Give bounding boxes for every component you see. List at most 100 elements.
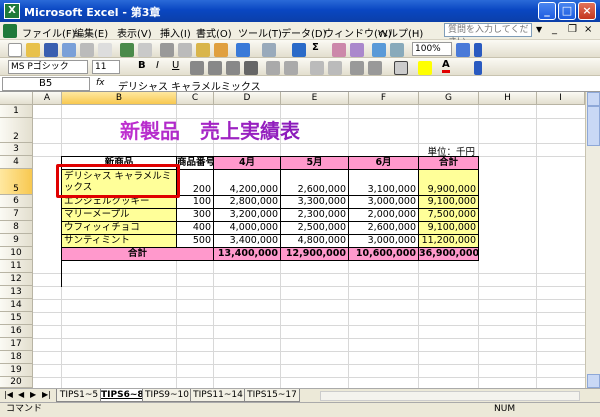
- sheet-tab[interactable]: TIPS11~14: [190, 389, 246, 402]
- print-preview-icon[interactable]: [98, 43, 112, 57]
- row-header[interactable]: 3: [0, 143, 33, 156]
- product-number-cell[interactable]: 100: [177, 196, 214, 209]
- menu-view[interactable]: 表示(V): [117, 25, 152, 40]
- toolbar-options-icon[interactable]: [474, 43, 482, 57]
- doc-close-button[interactable]: ×: [584, 24, 592, 35]
- row-header[interactable]: 1: [0, 105, 33, 118]
- header-product[interactable]: 新商品: [62, 157, 177, 170]
- close-button[interactable]: ×: [578, 2, 596, 20]
- column-header-a[interactable]: A: [33, 92, 62, 105]
- borders-icon[interactable]: [394, 61, 408, 75]
- april-cell[interactable]: 3,400,000: [214, 235, 281, 248]
- horizontal-scrollbar[interactable]: [320, 391, 580, 401]
- undo-icon[interactable]: [236, 43, 250, 57]
- doc-restore-button[interactable]: ❐: [568, 24, 577, 35]
- row-header[interactable]: 13: [0, 286, 33, 299]
- column-header-h[interactable]: H: [479, 92, 537, 105]
- total-cell[interactable]: 11,200,000: [419, 235, 479, 248]
- fx-button[interactable]: fx: [96, 78, 105, 88]
- product-number-cell[interactable]: 500: [177, 235, 214, 248]
- scroll-thumb[interactable]: [587, 106, 600, 146]
- sheet-tab[interactable]: TIPS9~10: [142, 389, 192, 402]
- total-cell[interactable]: 9,900,000: [419, 170, 479, 196]
- cut-icon[interactable]: [160, 43, 174, 57]
- menu-help[interactable]: ヘルプ(H): [378, 25, 423, 40]
- menu-data[interactable]: データ(D): [281, 25, 327, 40]
- vertical-scrollbar[interactable]: [585, 92, 600, 388]
- total-cell[interactable]: 9,100,000: [419, 196, 479, 209]
- align-center-icon[interactable]: [208, 61, 222, 75]
- maximize-button[interactable]: □: [558, 2, 576, 20]
- header-april[interactable]: 4月: [214, 157, 281, 170]
- header-june[interactable]: 6月: [349, 157, 419, 170]
- column-header-b[interactable]: B: [62, 92, 177, 105]
- print-icon[interactable]: [80, 43, 94, 57]
- may-cell[interactable]: 2,600,000: [281, 170, 349, 196]
- percent-icon[interactable]: [284, 61, 298, 75]
- row-header[interactable]: 18: [0, 351, 33, 364]
- zoom-select[interactable]: 100%: [412, 42, 452, 56]
- row-header[interactable]: 4: [0, 156, 33, 169]
- row-header[interactable]: 12: [0, 273, 33, 286]
- product-number-cell[interactable]: 200: [177, 170, 214, 196]
- merge-center-icon[interactable]: [244, 61, 258, 75]
- row-header[interactable]: 10: [0, 247, 33, 260]
- chart-wizard-icon[interactable]: [372, 43, 386, 57]
- june-cell[interactable]: 2,600,000: [349, 222, 419, 235]
- column-header-f[interactable]: F: [349, 92, 419, 105]
- menu-file[interactable]: ファイル(F): [22, 25, 76, 40]
- product-number-cell[interactable]: 400: [177, 222, 214, 235]
- sheet-tab[interactable]: TIPS15~17: [244, 389, 300, 402]
- grand-total-may[interactable]: 12,900,000: [281, 248, 349, 261]
- select-all-corner[interactable]: [0, 92, 33, 105]
- header-total[interactable]: 合計: [419, 157, 479, 170]
- decrease-indent-icon[interactable]: [350, 61, 364, 75]
- row-header[interactable]: 6: [0, 195, 33, 208]
- help-icon[interactable]: [456, 43, 470, 57]
- may-cell[interactable]: 4,800,000: [281, 235, 349, 248]
- paste-icon[interactable]: [196, 43, 210, 57]
- font-size-select[interactable]: 11: [92, 60, 120, 74]
- fill-color-icon[interactable]: [418, 61, 432, 75]
- row-header[interactable]: 2: [0, 118, 33, 143]
- workbook-icon[interactable]: [3, 24, 17, 38]
- column-header-e[interactable]: E: [281, 92, 349, 105]
- grand-total-june[interactable]: 10,600,000: [349, 248, 419, 261]
- may-cell[interactable]: 3,300,000: [281, 196, 349, 209]
- first-sheet-icon[interactable]: |◀: [4, 390, 13, 399]
- total-cell[interactable]: 9,100,000: [419, 222, 479, 235]
- menu-insert[interactable]: 挿入(I): [160, 25, 191, 40]
- format-painter-icon[interactable]: [214, 43, 228, 57]
- product-name-cell[interactable]: マリーメープル: [62, 209, 177, 222]
- product-name-cell[interactable]: エンジェルクッキー: [62, 196, 177, 209]
- prev-sheet-icon[interactable]: ◀: [18, 390, 24, 399]
- june-cell[interactable]: 3,000,000: [349, 235, 419, 248]
- italic-button[interactable]: I: [156, 60, 159, 71]
- drawing-icon[interactable]: [390, 43, 404, 57]
- copy-icon[interactable]: [178, 43, 192, 57]
- column-header-c[interactable]: C: [177, 92, 214, 105]
- font-select[interactable]: MS Pゴシック: [8, 60, 88, 74]
- decrease-decimal-icon[interactable]: [328, 61, 342, 75]
- align-left-icon[interactable]: [190, 61, 204, 75]
- grand-total-label[interactable]: 合計: [62, 248, 214, 261]
- scroll-up-icon[interactable]: [587, 92, 600, 106]
- worksheet-grid[interactable]: A B C D E F G H I 1 2 3 4 5 6 7 8 9 10 1…: [0, 92, 593, 388]
- product-name-cell[interactable]: デリシャス キャラメルミックス: [62, 170, 177, 196]
- bold-button[interactable]: B: [138, 60, 146, 71]
- last-sheet-icon[interactable]: ▶|: [42, 390, 51, 399]
- june-cell[interactable]: 3,000,000: [349, 196, 419, 209]
- align-right-icon[interactable]: [226, 61, 240, 75]
- next-sheet-icon[interactable]: ▶: [30, 390, 36, 399]
- permission-icon[interactable]: [62, 43, 76, 57]
- spelling-icon[interactable]: [120, 43, 134, 57]
- formula-content[interactable]: デリシャス キャラメルミックス: [118, 78, 261, 93]
- new-icon[interactable]: [8, 43, 22, 57]
- june-cell[interactable]: 3,100,000: [349, 170, 419, 196]
- toolbar-options-icon[interactable]: [474, 61, 482, 75]
- april-cell[interactable]: 3,200,000: [214, 209, 281, 222]
- menu-format[interactable]: 書式(O): [196, 25, 232, 40]
- header-product-number[interactable]: 商品番号: [177, 157, 214, 170]
- row-header[interactable]: 5: [0, 169, 33, 195]
- row-header[interactable]: 14: [0, 299, 33, 312]
